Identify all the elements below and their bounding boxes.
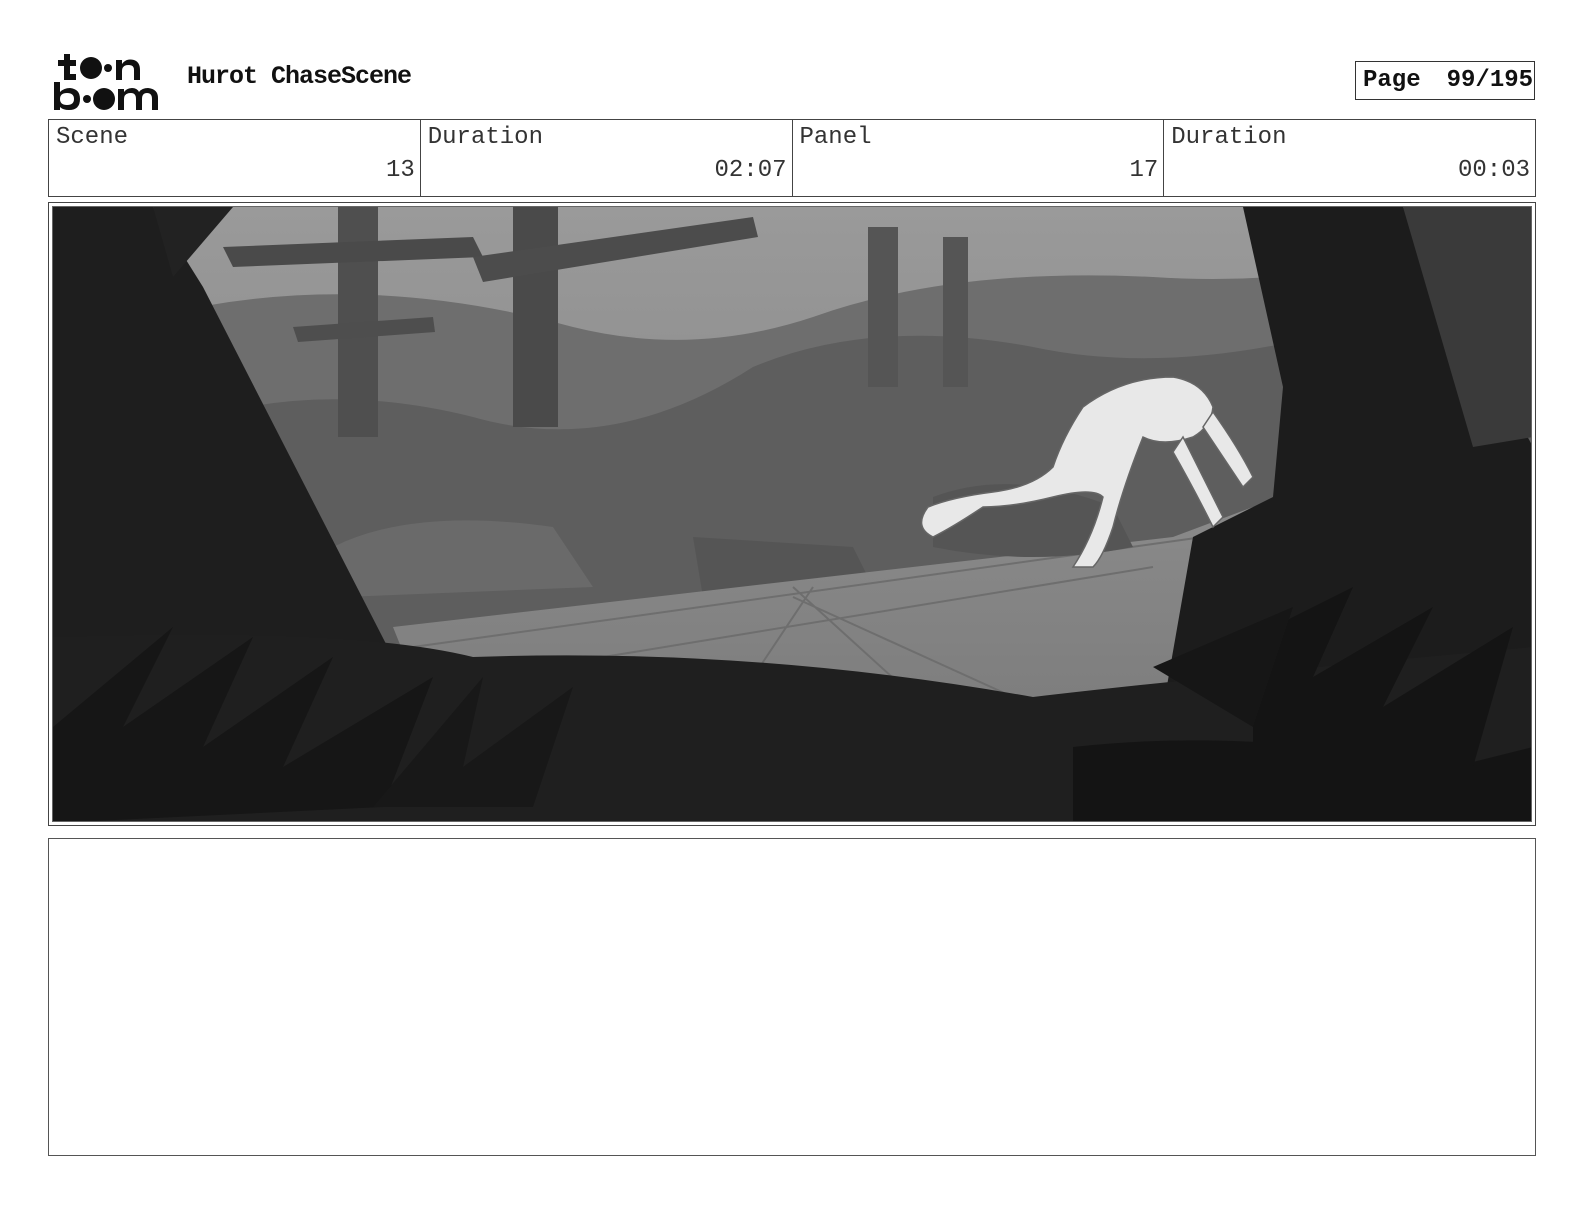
- page-label: Page: [1363, 67, 1421, 94]
- panel-value: 17: [1129, 157, 1159, 184]
- scene-cell: Scene 13: [49, 120, 421, 196]
- panel-notes-box: [48, 838, 1536, 1156]
- document-title: Hurot ChaseScene: [187, 62, 412, 91]
- page-number: 99/195: [1446, 67, 1534, 94]
- panel-label: Panel: [799, 124, 872, 151]
- scene-label: Scene: [56, 124, 129, 151]
- scene-duration-label: Duration: [427, 124, 543, 151]
- storyboard-panel-image: [52, 206, 1532, 822]
- scene-duration-value: 02:07: [714, 157, 787, 184]
- toon-boom-logo: [52, 52, 164, 112]
- scene-duration-cell: Duration 02:07: [421, 120, 793, 196]
- page-indicator: Page 99/195: [1355, 61, 1535, 100]
- panel-info-row: Scene 13 Duration 02:07 Panel 17 Duratio…: [48, 119, 1536, 197]
- panel-duration-value: 00:03: [1457, 157, 1530, 184]
- panel-cell: Panel 17: [793, 120, 1165, 196]
- panel-duration-label: Duration: [1171, 124, 1287, 151]
- scene-value: 13: [385, 157, 415, 184]
- panel-duration-cell: Duration 00:03: [1164, 120, 1535, 196]
